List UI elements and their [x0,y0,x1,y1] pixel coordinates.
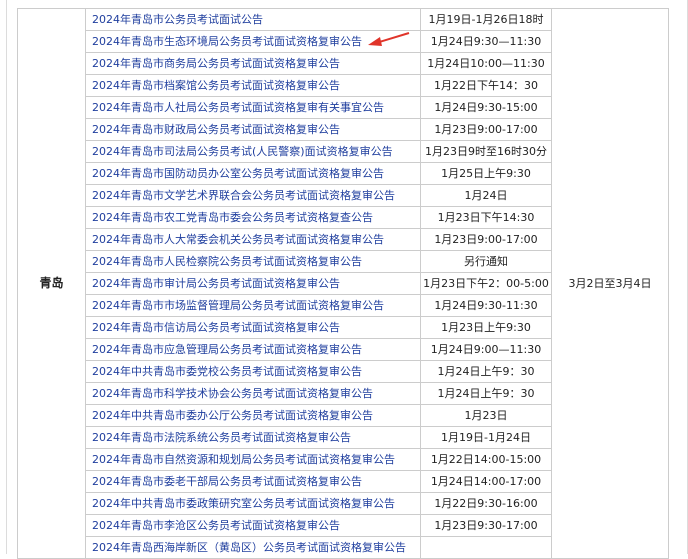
announcement-link[interactable]: 2024年青岛市自然资源和规划局公务员考试面试资格复审公告 [92,453,395,466]
title-cell: 2024年青岛市信访局公务员考试面试资格复审公告 [85,316,421,339]
review-time-cell: 1月24日 [420,184,552,207]
period-cell: 3月2日至3月4日 [551,8,669,559]
announcement-link[interactable]: 2024年中共青岛市委政策研究室公务员考试面试资格复审公告 [92,497,395,510]
announcement-link[interactable]: 2024年青岛西海岸新区（黄岛区）公务员考试面试资格复审公告 [92,541,406,554]
announcement-link[interactable]: 2024年青岛市委老干部局公务员考试面试资格复审公告 [92,475,362,488]
announcement-link[interactable]: 2024年青岛市人大常委会机关公务员考试面试资格复审公告 [92,233,384,246]
review-time-cell [420,536,552,559]
title-cell: 2024年青岛市委老干部局公务员考试面试资格复审公告 [85,470,421,493]
announcement-link[interactable]: 2024年青岛市财政局公务员考试面试资格复审公告 [92,123,340,136]
title-cell: 2024年青岛市应急管理局公务员考试面试资格复审公告 [85,338,421,361]
title-cell: 2024年青岛市市场监督管理局公务员考试面试资格复审公告 [85,294,421,317]
title-cell: 2024年青岛市审计局公务员考试面试资格复审公告 [85,272,421,295]
announcement-link[interactable]: 2024年青岛市公务员考试面试公告 [92,13,263,26]
review-time-cell: 另行通知 [420,250,552,273]
review-time-cell: 1月23日9:00-17:00 [420,118,552,141]
announcement-link[interactable]: 2024年青岛市人社局公务员考试面试资格复审有关事宜公告 [92,101,384,114]
review-time-cell: 1月22日14:00-15:00 [420,448,552,471]
title-cell: 2024年青岛市国防动员办公室公务员考试面试资格复审公告 [85,162,421,185]
announcement-link[interactable]: 2024年青岛市法院系统公务员考试面试资格复审公告 [92,431,351,444]
announcement-link[interactable]: 2024年青岛市应急管理局公务员考试面试资格复审公告 [92,343,362,356]
city-cell: 青岛 [17,8,86,559]
table-body: 青岛 2024年青岛市公务员考试面试公告 1月19日-1月26日18时 3月2日至3月… [17,8,669,559]
title-cell: 2024年青岛西海岸新区（黄岛区）公务员考试面试资格复审公告 [85,536,421,559]
title-cell: 2024年青岛市档案馆公务员考试面试资格复审公告 [85,74,421,97]
review-time-cell: 1月22日9:30-16:00 [420,492,552,515]
review-time-cell: 1月23日下午14:30 [420,206,552,229]
review-time-cell: 1月23日 [420,404,552,427]
announcement-table: 青岛 2024年青岛市公务员考试面试公告 1月19日-1月26日18时 3月2日至3月… [17,8,669,559]
title-cell: 2024年青岛市法院系统公务员考试面试资格复审公告 [85,426,421,449]
title-cell: 2024年青岛市人社局公务员考试面试资格复审有关事宜公告 [85,96,421,119]
review-time-cell: 1月25日上午9:30 [420,162,552,185]
title-cell: 2024年青岛市李沧区公务员考试面试资格复审公告 [85,514,421,537]
title-cell: 2024年中共青岛市委政策研究室公务员考试面试资格复审公告 [85,492,421,515]
review-time-cell: 1月24日10:00—11:30 [420,52,552,75]
review-time-cell: 1月19日-1月24日 [420,426,552,449]
announcement-link[interactable]: 2024年青岛市科学技术协会公务员考试面试资格复审公告 [92,387,373,400]
title-cell: 2024年青岛市司法局公务员考试(人民警察)面试资格复审公告 [85,140,421,163]
title-cell: 2024年青岛市财政局公务员考试面试资格复审公告 [85,118,421,141]
title-cell: 2024年青岛市人大常委会机关公务员考试面试资格复审公告 [85,228,421,251]
announcement-link[interactable]: 2024年青岛市司法局公务员考试(人民警察)面试资格复审公告 [92,145,393,158]
review-time-cell: 1月24日14:00-17:00 [420,470,552,493]
review-time-cell: 1月23日9:30-17:00 [420,514,552,537]
title-cell: 2024年青岛市生态环境局公务员考试面试资格复审公告 [85,30,421,53]
title-cell: 2024年青岛市科学技术协会公务员考试面试资格复审公告 [85,382,421,405]
review-time-cell: 1月24日上午9：30 [420,360,552,383]
review-time-cell: 1月22日下午14：30 [420,74,552,97]
review-time-cell: 1月24日9:30—11:30 [420,30,552,53]
title-cell: 2024年中共青岛市委党校公务员考试面试资格复审公告 [85,360,421,383]
table-row: 青岛 2024年青岛市公务员考试面试公告 1月19日-1月26日18时 3月2日至3月… [17,8,669,559]
title-cell: 2024年青岛市人民检察院公务员考试面试资格复审公告 [85,250,421,273]
title-cell: 2024年青岛市商务局公务员考试面试资格复审公告 [85,52,421,75]
announcement-link[interactable]: 2024年青岛市国防动员办公室公务员考试面试资格复审公告 [92,167,384,180]
review-time-cell: 1月24日9:30-15:00 [420,96,552,119]
review-time-cell: 1月23日9:00-17:00 [420,228,552,251]
title-cell: 2024年中共青岛市委办公厅公务员考试面试资格复审公告 [85,404,421,427]
announcement-link[interactable]: 2024年青岛市农工党青岛市委会公务员考试资格复查公告 [92,211,373,224]
review-time-cell: 1月24日上午9：30 [420,382,552,405]
announcement-link[interactable]: 2024年青岛市信访局公务员考试面试资格复审公告 [92,321,340,334]
review-time-cell: 1月23日下午2：00-5:00 [420,272,552,295]
announcement-link[interactable]: 2024年青岛市审计局公务员考试面试资格复审公告 [92,277,340,290]
review-time-cell: 1月23日9时至16时30分 [420,140,552,163]
review-time-cell: 1月19日-1月26日18时 [420,8,552,31]
announcement-link[interactable]: 2024年中共青岛市委党校公务员考试面试资格复审公告 [92,365,362,378]
title-cell: 2024年青岛市文学艺术界联合会公务员考试面试资格复审公告 [85,184,421,207]
announcement-link[interactable]: 2024年青岛市李沧区公务员考试面试资格复审公告 [92,519,340,532]
review-time-cell: 1月24日9:00—11:30 [420,338,552,361]
announcement-link[interactable]: 2024年青岛市人民检察院公务员考试面试资格复审公告 [92,255,362,268]
announcement-link[interactable]: 2024年青岛市商务局公务员考试面试资格复审公告 [92,57,340,70]
announcement-link[interactable]: 2024年青岛市生态环境局公务员考试面试资格复审公告 [92,35,362,48]
review-time-cell: 1月24日9:30-11:30 [420,294,552,317]
announcement-link[interactable]: 2024年青岛市文学艺术界联合会公务员考试面试资格复审公告 [92,189,395,202]
announcement-link[interactable]: 2024年青岛市市场监督管理局公务员考试面试资格复审公告 [92,299,384,312]
title-cell: 2024年青岛市公务员考试面试公告 [85,8,421,31]
title-cell: 2024年青岛市农工党青岛市委会公务员考试资格复查公告 [85,206,421,229]
announcement-link[interactable]: 2024年青岛市档案馆公务员考试面试资格复审公告 [92,79,340,92]
announcement-link[interactable]: 2024年中共青岛市委办公厅公务员考试面试资格复审公告 [92,409,373,422]
title-cell: 2024年青岛市自然资源和规划局公务员考试面试资格复审公告 [85,448,421,471]
review-time-cell: 1月23日上午9:30 [420,316,552,339]
